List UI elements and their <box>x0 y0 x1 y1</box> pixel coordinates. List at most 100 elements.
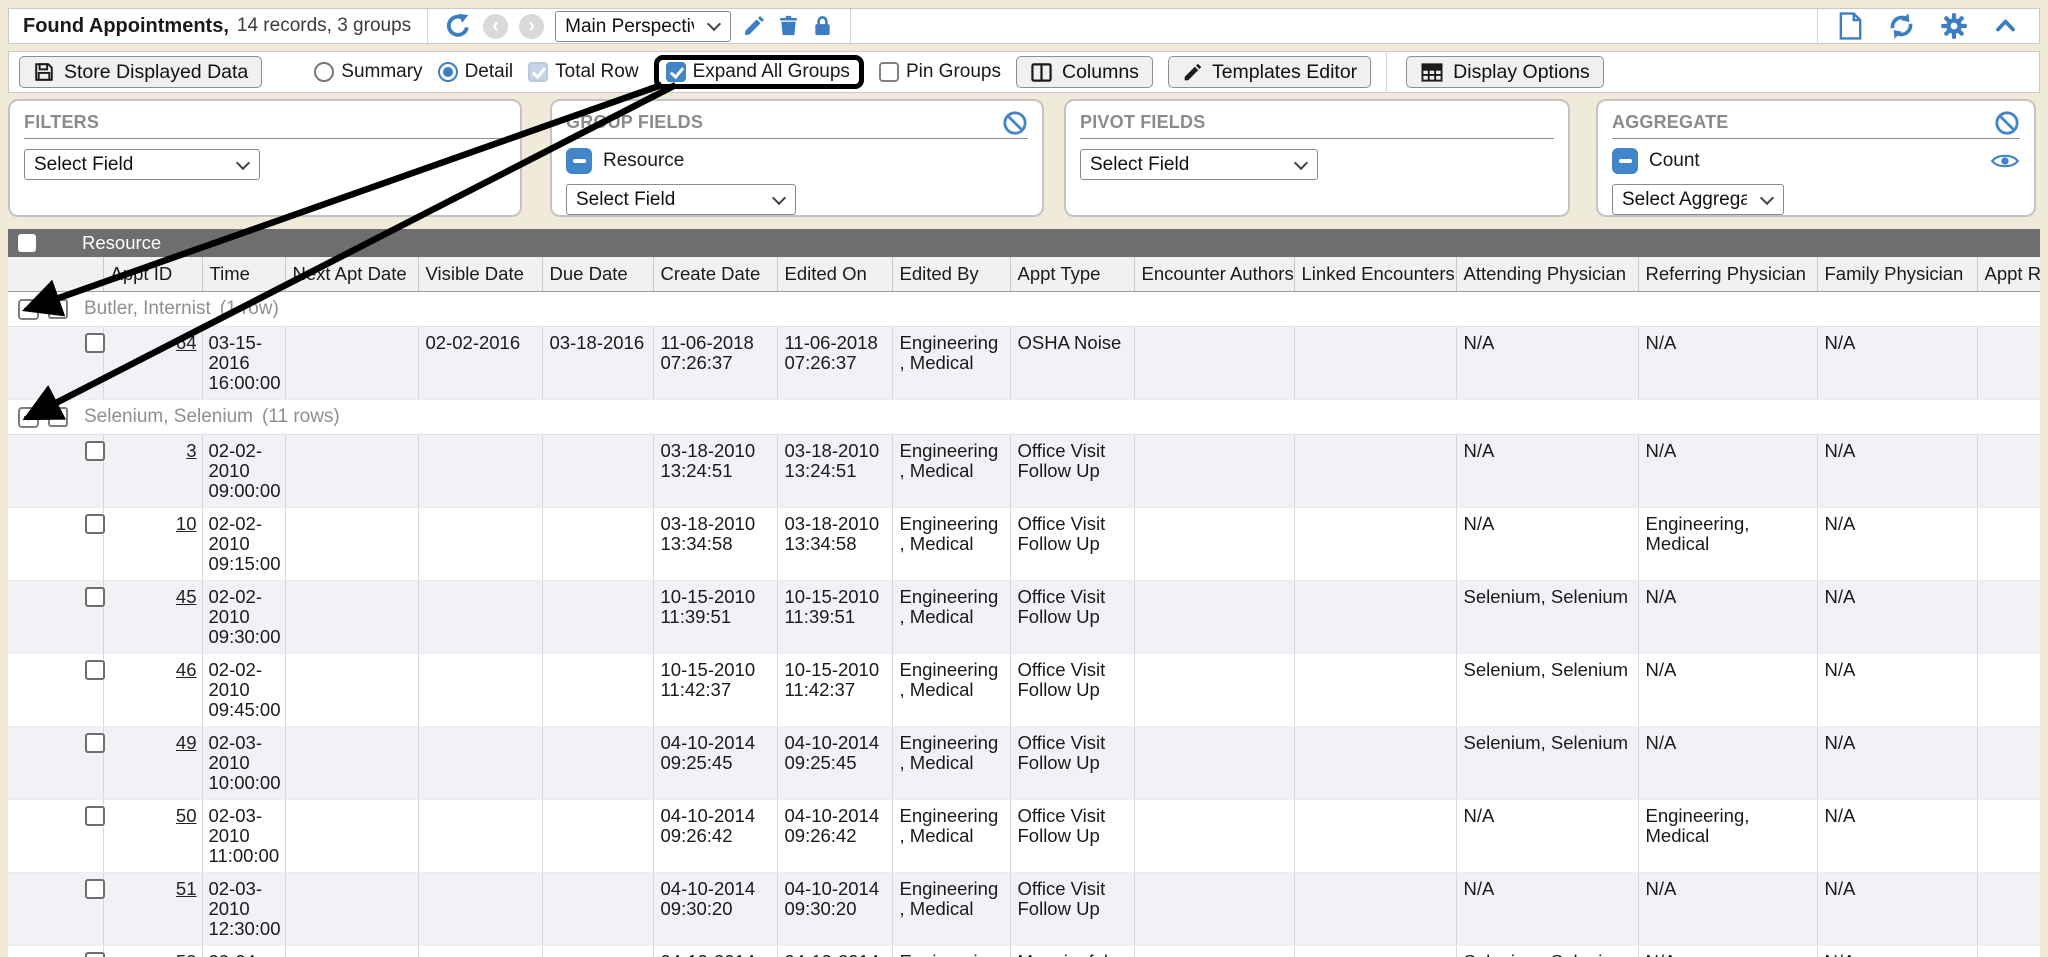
remove-resource-icon[interactable] <box>566 148 592 174</box>
cell <box>1294 508 1456 581</box>
group-checkbox[interactable] <box>48 299 68 319</box>
clear-aggregates-ban-icon[interactable] <box>1994 110 2020 136</box>
summary-radio[interactable] <box>314 62 334 82</box>
appointment-row: 5302-04-2010 11:30:0004-10-2014 09:37:10… <box>8 946 2040 957</box>
cell: 03-15-2016 16:00:00 <box>202 327 285 400</box>
appt-id-link[interactable]: 49 <box>176 732 197 753</box>
row-checkbox[interactable] <box>85 333 105 353</box>
perspective-select[interactable]: Main Perspective <box>555 11 731 42</box>
cell: 02-02-2010 09:45:00 <box>202 654 285 727</box>
cell: Engineering, Medical <box>1638 800 1817 873</box>
row-checkbox[interactable] <box>85 806 105 826</box>
cell: Meaningful Use Follow up <box>1010 946 1134 957</box>
pencil-icon <box>1182 62 1203 83</box>
cell: N/A <box>1817 435 1977 508</box>
cell <box>542 946 653 957</box>
appt-id-link[interactable]: 10 <box>176 513 197 534</box>
cell: Office Visit Follow Up <box>1010 873 1134 946</box>
detail-option[interactable]: Detail <box>438 61 514 83</box>
column-header[interactable]: Edited On <box>777 257 892 292</box>
detail-radio[interactable] <box>438 62 458 82</box>
refresh-icon[interactable] <box>1887 12 1916 40</box>
cell: 02-02-2016 <box>418 327 542 400</box>
column-header[interactable]: Next Apt Date <box>285 257 418 292</box>
templates-editor-button[interactable]: Templates Editor <box>1168 56 1371 88</box>
row-checkbox[interactable] <box>85 733 105 753</box>
row-checkbox[interactable] <box>85 441 105 461</box>
cell: Office Visit Follow Up <box>1010 508 1134 581</box>
column-header[interactable]: Time <box>202 257 285 292</box>
remove-count-icon[interactable] <box>1612 148 1638 174</box>
column-header[interactable]: Linked Encounters <box>1294 257 1456 292</box>
store-displayed-data-button[interactable]: Store Displayed Data <box>19 56 262 88</box>
summary-label: Summary <box>341 61 422 83</box>
eye-icon[interactable] <box>1990 151 2020 171</box>
new-document-icon[interactable] <box>1838 12 1863 40</box>
next-icon[interactable]: › <box>519 14 544 39</box>
cell: 11-06-2018 07:26:37 <box>653 327 777 400</box>
previous-icon[interactable]: ‹ <box>483 14 508 39</box>
column-header[interactable]: Attending Physician <box>1456 257 1638 292</box>
filters-field-select[interactable]: Select Field <box>24 149 260 180</box>
gear-icon[interactable] <box>1940 12 1968 40</box>
columns-button[interactable]: Columns <box>1016 56 1153 88</box>
column-header[interactable]: Referring Physician <box>1638 257 1817 292</box>
edit-pencil-icon[interactable] <box>742 14 766 38</box>
pin-groups-checkbox[interactable] <box>879 62 899 82</box>
column-header[interactable]: Appt Re <box>1977 257 2040 292</box>
cell <box>418 873 542 946</box>
lock-icon[interactable] <box>811 14 834 38</box>
column-header[interactable]: Appt Type <box>1010 257 1134 292</box>
pivot-field-select[interactable]: Select Field <box>1080 149 1318 180</box>
group-fields-panel: GROUP FIELDS Resource Select Field <box>550 99 1044 217</box>
row-checkbox[interactable] <box>85 879 105 899</box>
column-header[interactable]: Encounter Authors <box>1134 257 1294 292</box>
column-header[interactable]: Edited By <box>892 257 1010 292</box>
group-checkbox[interactable] <box>48 407 68 427</box>
select-all-checkbox[interactable] <box>18 234 36 252</box>
pin-groups-option[interactable]: Pin Groups <box>879 61 1001 83</box>
appt-id-link[interactable]: 64 <box>176 332 197 353</box>
display-options-button[interactable]: Display Options <box>1406 56 1604 88</box>
group-field-select[interactable]: Select Field <box>566 184 796 215</box>
appt-id-link[interactable]: 3 <box>186 440 196 461</box>
cell: N/A <box>1638 873 1817 946</box>
top-toolbar: Found Appointments, 14 records, 3 groups… <box>8 8 2040 44</box>
appt-id-link[interactable]: 53 <box>176 951 197 957</box>
aggregate-panel: AGGREGATE Count Select Aggregate <box>1596 99 2036 217</box>
cell: 02-03-2010 12:30:00 <box>202 873 285 946</box>
expand-all-groups-checkbox[interactable] <box>666 62 686 82</box>
cell <box>542 800 653 873</box>
row-checkbox[interactable] <box>85 587 105 607</box>
row-checkbox[interactable] <box>85 660 105 680</box>
appt-id-link[interactable]: 46 <box>176 659 197 680</box>
clear-groups-ban-icon[interactable] <box>1002 110 1028 136</box>
summary-option[interactable]: Summary <box>314 61 422 83</box>
column-header[interactable]: Family Physician <box>1817 257 1977 292</box>
column-header[interactable]: Appt ID <box>103 257 202 292</box>
appointments-table: Appt IDTimeNext Apt DateVisible DateDue … <box>8 257 2040 957</box>
appt-id-link[interactable]: 50 <box>176 805 197 826</box>
display-toolbar: Store Displayed Data Summary Detail Tota… <box>8 51 2040 93</box>
cell <box>1294 727 1456 800</box>
window-icon-group <box>1817 9 2039 43</box>
column-header[interactable] <box>8 257 103 292</box>
group-expand-button[interactable] <box>18 299 39 320</box>
undo-icon[interactable] <box>444 12 472 40</box>
appt-id-link[interactable]: 45 <box>176 586 197 607</box>
results-grid: Resource Appt IDTimeNext Apt DateVisible… <box>8 229 2040 957</box>
column-header[interactable]: Due Date <box>542 257 653 292</box>
group-row: Butler, Internist(1 row) <box>8 292 2040 327</box>
aggregate-select[interactable]: Select Aggregate <box>1612 184 1784 215</box>
aggregate-header: AGGREGATE <box>1612 109 2020 139</box>
cell <box>1977 654 2040 727</box>
appt-id-link[interactable]: 51 <box>176 878 197 899</box>
column-header[interactable]: Create Date <box>653 257 777 292</box>
trash-icon[interactable] <box>777 14 800 38</box>
row-checkbox[interactable] <box>85 514 105 534</box>
aggregate-select-wrap: Select Aggregate <box>1612 184 1784 215</box>
group-expand-button[interactable] <box>18 407 39 428</box>
row-checkbox[interactable] <box>85 952 105 957</box>
column-header[interactable]: Visible Date <box>418 257 542 292</box>
collapse-chevron-up-icon[interactable] <box>1992 14 2019 38</box>
